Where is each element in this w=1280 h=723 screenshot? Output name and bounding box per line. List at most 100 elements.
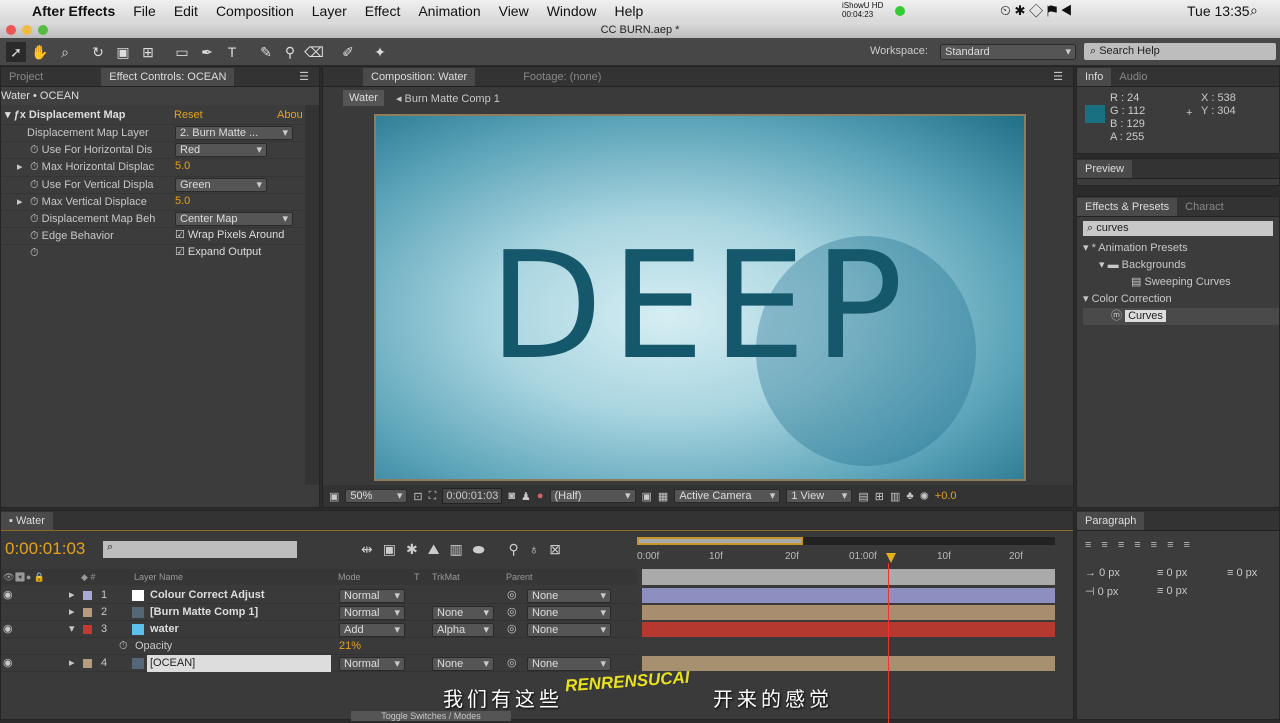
stopwatch-icon[interactable]: ⏱ bbox=[30, 213, 39, 225]
layer-duration-bar[interactable] bbox=[642, 605, 1055, 620]
parent-dropdown[interactable]: None bbox=[527, 606, 611, 620]
visibility-eye-icon[interactable]: ◉ bbox=[3, 655, 13, 672]
layer-name[interactable]: Colour Correct Adjust bbox=[147, 587, 265, 604]
channel-icon[interactable]: ● bbox=[537, 490, 544, 502]
parent-dropdown[interactable]: None bbox=[527, 623, 611, 637]
indent-right[interactable]: ≡ 0 px bbox=[1227, 567, 1257, 579]
menu-file[interactable]: File bbox=[124, 3, 165, 19]
zoom-tool-icon[interactable]: ⌕ bbox=[55, 42, 75, 62]
work-area-bar[interactable] bbox=[637, 537, 1055, 545]
label-color[interactable] bbox=[83, 591, 92, 600]
time-ruler[interactable]: 0:00f 10f 20f 01:00f 10f 20f bbox=[637, 547, 1055, 567]
twirl-arrow-icon[interactable]: ▸ bbox=[69, 604, 75, 621]
effect-prop-row[interactable]: ▸ ⏱ Max Vertical Displace bbox=[1, 192, 305, 210]
type-tool-icon[interactable]: T bbox=[222, 42, 242, 62]
current-time[interactable]: 0:00:01:03 bbox=[442, 488, 503, 504]
panel-menu-icon[interactable]: ☰ bbox=[289, 67, 319, 86]
stopwatch-icon[interactable]: ⏱ bbox=[30, 247, 39, 259]
menu-composition[interactable]: Composition bbox=[207, 3, 303, 19]
tab-project[interactable]: Project bbox=[1, 68, 51, 86]
menu-view[interactable]: View bbox=[490, 3, 538, 19]
layer-mode-dropdown[interactable]: Add bbox=[339, 623, 405, 637]
indent-left[interactable]: → 0 px bbox=[1085, 567, 1120, 579]
brush-tool-icon[interactable]: ✎ bbox=[256, 42, 276, 62]
pickwhip-icon[interactable]: ◎ bbox=[507, 587, 517, 604]
always-preview-icon[interactable]: ▣ bbox=[329, 490, 339, 503]
tab-character[interactable]: Charact bbox=[1177, 198, 1232, 216]
reset-link[interactable]: Reset bbox=[174, 107, 203, 124]
tab-preview[interactable]: Preview bbox=[1077, 160, 1133, 178]
view-layout-dropdown[interactable]: 1 View bbox=[786, 489, 853, 503]
layer-duration-bar[interactable] bbox=[642, 588, 1055, 603]
menu-edit[interactable]: Edit bbox=[165, 3, 207, 19]
scrollbar[interactable] bbox=[305, 105, 319, 485]
trkmat-dropdown[interactable]: Alpha bbox=[432, 623, 494, 637]
expand-arrow-icon[interactable]: ▸ bbox=[17, 159, 23, 176]
pickwhip-icon[interactable]: ◎ bbox=[507, 604, 517, 621]
menu-animation[interactable]: Animation bbox=[409, 3, 489, 19]
prop-value[interactable]: 5.0 bbox=[175, 193, 190, 210]
alignment-buttons[interactable]: ≡≡≡≡≡≡≡ bbox=[1077, 531, 1279, 559]
effects-search-input[interactable]: ⌕ curves bbox=[1083, 221, 1273, 236]
layer-duration-bar[interactable] bbox=[642, 656, 1055, 671]
twirl-arrow-icon[interactable]: ▸ bbox=[69, 587, 75, 604]
prop-value[interactable]: 5.0 bbox=[175, 158, 190, 175]
workspace-dropdown[interactable]: Standard bbox=[940, 44, 1076, 60]
prop-dropdown[interactable]: 2. Burn Matte ... bbox=[175, 126, 293, 140]
tree-curves[interactable]: ⓜ Curves bbox=[1083, 308, 1279, 325]
menu-layer[interactable]: Layer bbox=[303, 3, 356, 19]
camera-dropdown[interactable]: Active Camera bbox=[674, 489, 781, 503]
effect-header[interactable]: ▾ ƒx Displacement Map bbox=[1, 107, 306, 124]
roto-brush-tool-icon[interactable]: ✐ bbox=[338, 42, 358, 62]
pickwhip-icon[interactable]: ◎ bbox=[507, 655, 517, 672]
prop-dropdown[interactable]: Red bbox=[175, 143, 267, 158]
visibility-eye-icon[interactable]: ◉ bbox=[3, 587, 13, 604]
stopwatch-icon[interactable]: ⏱ bbox=[30, 230, 39, 242]
layer-duration-bar[interactable] bbox=[642, 622, 1055, 637]
playhead-line[interactable] bbox=[888, 563, 889, 723]
hand-tool-icon[interactable]: ✋ bbox=[30, 42, 50, 62]
tab-water-timeline[interactable]: ▪ Water bbox=[1, 512, 53, 530]
label-color[interactable] bbox=[83, 608, 92, 617]
spotlight-icon[interactable]: ⌕ bbox=[1250, 2, 1258, 19]
search-help-input[interactable]: ⌕ Search Help bbox=[1084, 43, 1276, 60]
prop-checkbox[interactable]: ☑ Expand Output bbox=[175, 244, 261, 261]
menu-effect[interactable]: Effect bbox=[356, 3, 410, 19]
indent-first[interactable]: ≡ 0 px bbox=[1157, 567, 1187, 579]
menu-window[interactable]: Window bbox=[538, 3, 606, 19]
prop-checkbox[interactable]: ☑ Wrap Pixels Around bbox=[175, 227, 284, 244]
prop-dropdown[interactable]: Center Map bbox=[175, 212, 293, 226]
visibility-eye-icon[interactable]: ◉ bbox=[3, 621, 13, 638]
tree-sweeping-curves[interactable]: ▤ Sweeping Curves bbox=[1083, 274, 1279, 291]
trkmat-dropdown[interactable]: None bbox=[432, 657, 494, 671]
timeline-current-time[interactable]: 0:00:01:03 bbox=[5, 539, 85, 559]
comp-crumb-water[interactable]: Water bbox=[343, 90, 384, 106]
stopwatch-icon[interactable]: ⏱ bbox=[30, 161, 39, 173]
space-before[interactable]: ⊣ 0 px bbox=[1085, 585, 1118, 598]
reset-exposure-icon[interactable]: ✺ bbox=[920, 490, 929, 503]
tree-animation-presets[interactable]: ▾ * Animation Presets bbox=[1083, 240, 1279, 257]
fast-preview-icon[interactable]: ⊞ bbox=[875, 490, 884, 503]
layer-mode-dropdown[interactable]: Normal bbox=[339, 606, 405, 620]
tab-effect-controls[interactable]: Effect Controls: OCEAN bbox=[101, 68, 235, 86]
puppet-tool-icon[interactable]: ✦ bbox=[370, 42, 390, 62]
minimize-window-icon[interactable] bbox=[22, 25, 32, 35]
camera-tool-icon[interactable]: ▣ bbox=[113, 42, 133, 62]
show-snapshot-icon[interactable]: ♟ bbox=[521, 490, 531, 503]
menu-help[interactable]: Help bbox=[606, 3, 653, 19]
label-color[interactable] bbox=[83, 659, 92, 668]
stopwatch-icon[interactable]: ⏱ bbox=[30, 179, 39, 191]
trkmat-dropdown[interactable]: None bbox=[432, 606, 494, 620]
layer-row[interactable]: ▸ 2 [Burn Matte Comp 1] Normal None ◎ None bbox=[1, 604, 637, 621]
stopwatch-icon[interactable]: ⏱ bbox=[30, 196, 39, 208]
stopwatch-icon[interactable]: ⏱ bbox=[119, 638, 128, 655]
parent-dropdown[interactable]: None bbox=[527, 657, 611, 671]
resolution-dropdown[interactable]: (Half) bbox=[549, 489, 636, 503]
comp-crumb-burn[interactable]: ◂ Burn Matte Comp 1 bbox=[396, 92, 500, 105]
safe-zones-icon[interactable]: ⊡ bbox=[413, 490, 422, 503]
opacity-value[interactable]: 21% bbox=[339, 638, 361, 655]
pen-tool-icon[interactable]: ✒ bbox=[197, 42, 217, 62]
comp-viewer[interactable]: DEEP bbox=[374, 114, 1026, 481]
magnification-dropdown[interactable]: 50% bbox=[345, 489, 408, 503]
tab-effects-presets[interactable]: Effects & Presets bbox=[1077, 198, 1178, 216]
